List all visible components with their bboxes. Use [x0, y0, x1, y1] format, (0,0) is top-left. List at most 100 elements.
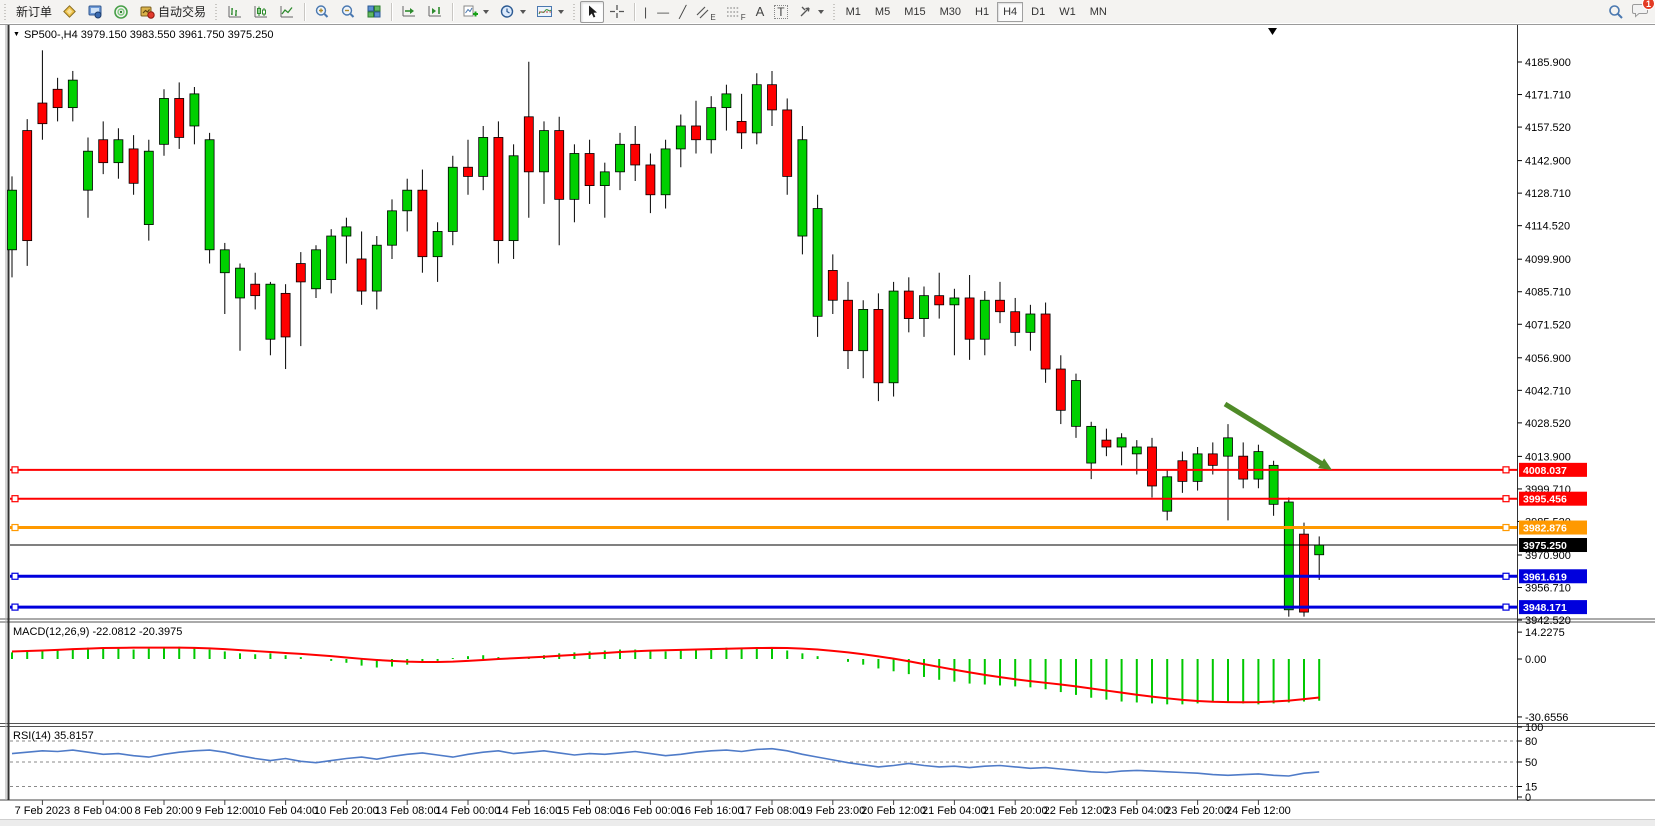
candle-body[interactable]	[646, 165, 655, 195]
candle-body[interactable]	[479, 137, 488, 176]
vertical-line-tool-button[interactable]: |	[639, 1, 652, 23]
candle-body[interactable]	[357, 259, 366, 291]
toolbar-drag-handle[interactable]	[572, 4, 577, 20]
candle-body[interactable]	[752, 85, 761, 133]
line-anchor-marker[interactable]	[1503, 496, 1509, 502]
candle-body[interactable]	[1284, 502, 1293, 610]
new-order-button[interactable]: 新订单	[11, 1, 57, 23]
timeframe-h4[interactable]: H4	[997, 2, 1023, 22]
zoom-out-button[interactable]	[335, 1, 361, 23]
line-anchor-marker[interactable]	[12, 467, 18, 473]
candle-body[interactable]	[844, 300, 853, 350]
candle-body[interactable]	[509, 156, 518, 241]
candle-body[interactable]	[403, 190, 412, 211]
candle-body[interactable]	[1026, 314, 1035, 332]
timeframe-mn[interactable]: MN	[1084, 2, 1113, 22]
candle-body[interactable]	[904, 291, 913, 319]
candle-body[interactable]	[114, 140, 123, 163]
candle-body[interactable]	[570, 153, 579, 199]
candle-body[interactable]	[1315, 545, 1324, 555]
collapse-triangle-icon[interactable]: ▼	[13, 31, 20, 38]
candle-body[interactable]	[372, 245, 381, 291]
candle-body[interactable]	[296, 264, 305, 282]
candle-body[interactable]	[1056, 369, 1065, 410]
candle-body[interactable]	[1011, 312, 1020, 333]
chart-shift-button[interactable]	[422, 1, 448, 23]
candle-body[interactable]	[1300, 534, 1309, 612]
candle-body[interactable]	[1208, 454, 1217, 465]
candle-body[interactable]	[692, 126, 701, 140]
candle-body[interactable]	[889, 291, 898, 383]
timeframe-w1[interactable]: W1	[1053, 2, 1082, 22]
timeframe-d1[interactable]: D1	[1025, 2, 1051, 22]
candle-body[interactable]	[859, 309, 868, 350]
toolbar-drag-handle[interactable]	[214, 4, 219, 20]
candle-body[interactable]	[190, 94, 199, 126]
line-anchor-marker[interactable]	[1503, 467, 1509, 473]
trendline-tool-button[interactable]: ╱	[674, 1, 691, 23]
candle-body[interactable]	[798, 140, 807, 236]
line-anchor-marker[interactable]	[1503, 604, 1509, 610]
candle-body[interactable]	[418, 190, 427, 256]
autotrading-button[interactable]: 自动交易	[134, 1, 211, 23]
candlestick-mode-button[interactable]	[248, 1, 274, 23]
toolbar-drag-handle[interactable]	[832, 4, 837, 20]
candle-body[interactable]	[220, 250, 229, 273]
channel-tool-button[interactable]: E	[691, 1, 720, 23]
candle-body[interactable]	[1224, 438, 1233, 456]
horizontal-line-tool-button[interactable]: —	[652, 1, 674, 23]
toolbar-drag-handle[interactable]	[3, 4, 8, 20]
crosshair-tool-button[interactable]	[604, 1, 630, 23]
candle-body[interactable]	[996, 300, 1005, 311]
timeframe-h1[interactable]: H1	[969, 2, 995, 22]
candle-body[interactable]	[1254, 452, 1263, 480]
candle-body[interactable]	[555, 131, 564, 200]
auto-scroll-button[interactable]	[396, 1, 422, 23]
candle-body[interactable]	[68, 80, 77, 108]
timeframe-m30[interactable]: M30	[934, 2, 967, 22]
candle-body[interactable]	[722, 94, 731, 108]
candle-body[interactable]	[1117, 438, 1126, 447]
candle-body[interactable]	[236, 268, 245, 298]
cursor-tool-button[interactable]	[580, 1, 604, 23]
candle-body[interactable]	[281, 293, 290, 337]
candle-body[interactable]	[540, 131, 549, 172]
text-tool-button[interactable]: A	[751, 1, 770, 23]
candle-body[interactable]	[661, 149, 670, 195]
candle-body[interactable]	[707, 108, 716, 140]
zoom-in-button[interactable]	[309, 1, 335, 23]
candle-body[interactable]	[935, 296, 944, 305]
candle-body[interactable]	[1163, 477, 1172, 511]
candle-body[interactable]	[160, 98, 169, 144]
candle-body[interactable]	[631, 144, 640, 165]
line-anchor-marker[interactable]	[1503, 573, 1509, 579]
charts-menu-button[interactable]	[57, 1, 82, 23]
label-tool-button[interactable]: T	[769, 1, 792, 23]
bar-chart-mode-button[interactable]	[222, 1, 248, 23]
candle-body[interactable]	[1087, 426, 1096, 463]
candle-body[interactable]	[312, 250, 321, 289]
candle-body[interactable]	[965, 298, 974, 339]
candle-body[interactable]	[813, 209, 822, 317]
line-anchor-marker[interactable]	[12, 604, 18, 610]
candle-body[interactable]	[144, 151, 153, 224]
templates-button[interactable]	[531, 1, 569, 23]
candle-body[interactable]	[1132, 447, 1141, 454]
periods-button[interactable]	[494, 1, 531, 23]
candle-body[interactable]	[494, 137, 503, 240]
fibonacci-tool-button[interactable]: F	[721, 1, 751, 23]
candle-body[interactable]	[783, 110, 792, 176]
candle-body[interactable]	[737, 121, 746, 132]
notifications-button[interactable]: 1	[1632, 2, 1649, 21]
candle-body[interactable]	[1072, 380, 1081, 426]
line-anchor-marker[interactable]	[12, 573, 18, 579]
candle-body[interactable]	[38, 103, 47, 124]
candle-body[interactable]	[23, 131, 32, 241]
candle-body[interactable]	[464, 167, 473, 176]
line-anchor-marker[interactable]	[12, 496, 18, 502]
search-icon[interactable]	[1608, 4, 1624, 20]
candle-body[interactable]	[342, 227, 351, 236]
candle-body[interactable]	[1239, 456, 1248, 479]
candle-body[interactable]	[524, 117, 533, 172]
candle-body[interactable]	[1148, 447, 1157, 486]
